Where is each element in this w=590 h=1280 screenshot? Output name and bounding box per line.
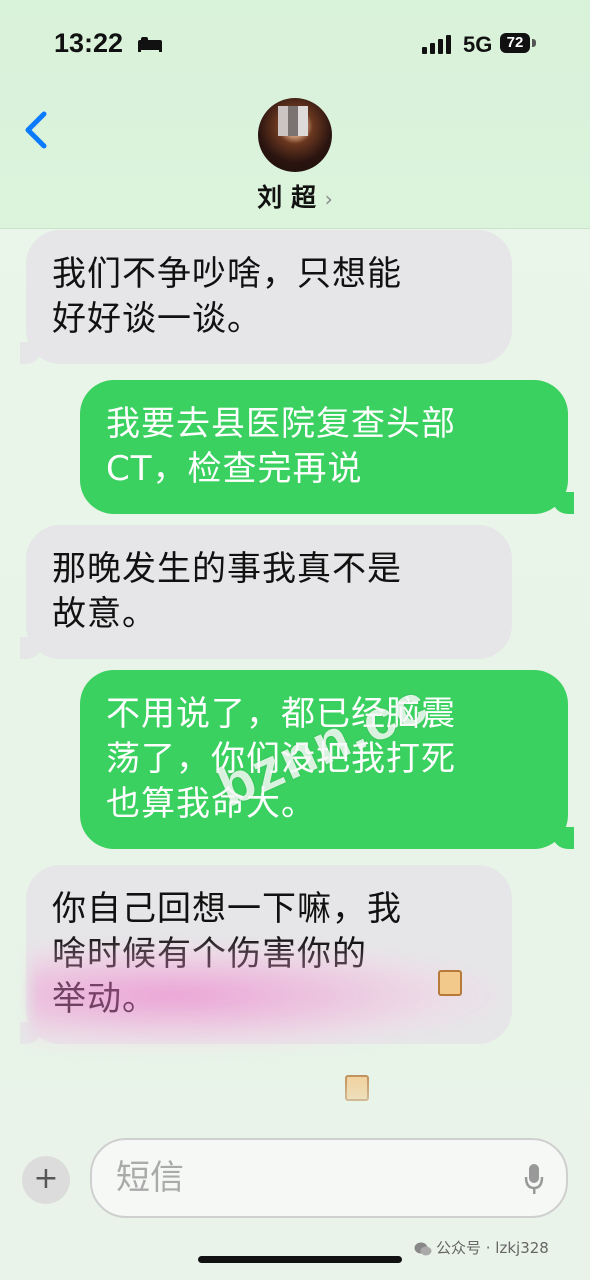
contact-avatar[interactable]: [258, 98, 332, 172]
status-bar: 13:22 5G 72: [0, 0, 590, 80]
message-line: 也算我命大。: [106, 784, 316, 824]
footer-watermark: 公众号 · lzkj328: [414, 1237, 549, 1258]
chevron-right-icon: ›: [324, 187, 333, 211]
back-button[interactable]: [22, 108, 52, 152]
message-line: 故意。: [52, 594, 157, 634]
plus-icon[interactable]: +: [22, 1156, 70, 1204]
message-line: 啥时候有个伤害你的: [52, 934, 367, 974]
status-time: 13:22: [54, 28, 124, 58]
message-line: 那晚发生的事我真不是: [52, 549, 402, 589]
message-line: 举动。: [52, 979, 157, 1019]
message-bubble-incoming[interactable]: 那晚发生的事我真不是 故意。: [20, 525, 512, 659]
contact-name[interactable]: 刘 超 ›: [0, 178, 590, 214]
battery-icon: 72: [500, 33, 530, 53]
sticker-icon: [438, 970, 462, 996]
message-input[interactable]: 短信: [90, 1138, 568, 1218]
wechat-icon: [414, 1242, 432, 1255]
mic-icon[interactable]: [524, 1163, 544, 1195]
network-type: 5G: [463, 32, 493, 57]
signal-icon: [422, 35, 451, 54]
avatar-mosaic: [278, 106, 308, 136]
battery-cap: [532, 39, 536, 47]
message-line: CT，检查完再说: [106, 449, 363, 489]
contact-name-text: 刘 超: [257, 183, 316, 212]
message-line: 你自己回想一下嘛，我: [52, 889, 402, 929]
footer-watermark-text: 公众号 · lzkj328: [436, 1239, 549, 1257]
message-bubble-incoming[interactable]: 我们不争吵啥，只想能 好好谈一谈。: [20, 230, 512, 364]
message-line: 我们不争吵啥，只想能: [52, 254, 402, 294]
message-bubble-outgoing[interactable]: 我要去县医院复查头部 CT，检查完再说: [80, 380, 574, 514]
conversation-header: 13:22 5G 72 刘 超 ›: [0, 0, 590, 229]
message-line: 我要去县医院复查头部: [106, 404, 456, 444]
message-line: 好好谈一谈。: [52, 299, 262, 339]
sleep-icon: [138, 37, 162, 52]
home-indicator[interactable]: [198, 1256, 402, 1263]
message-bubble-incoming[interactable]: 你自己回想一下嘛，我 啥时候有个伤害你的 举动。: [20, 865, 512, 1044]
